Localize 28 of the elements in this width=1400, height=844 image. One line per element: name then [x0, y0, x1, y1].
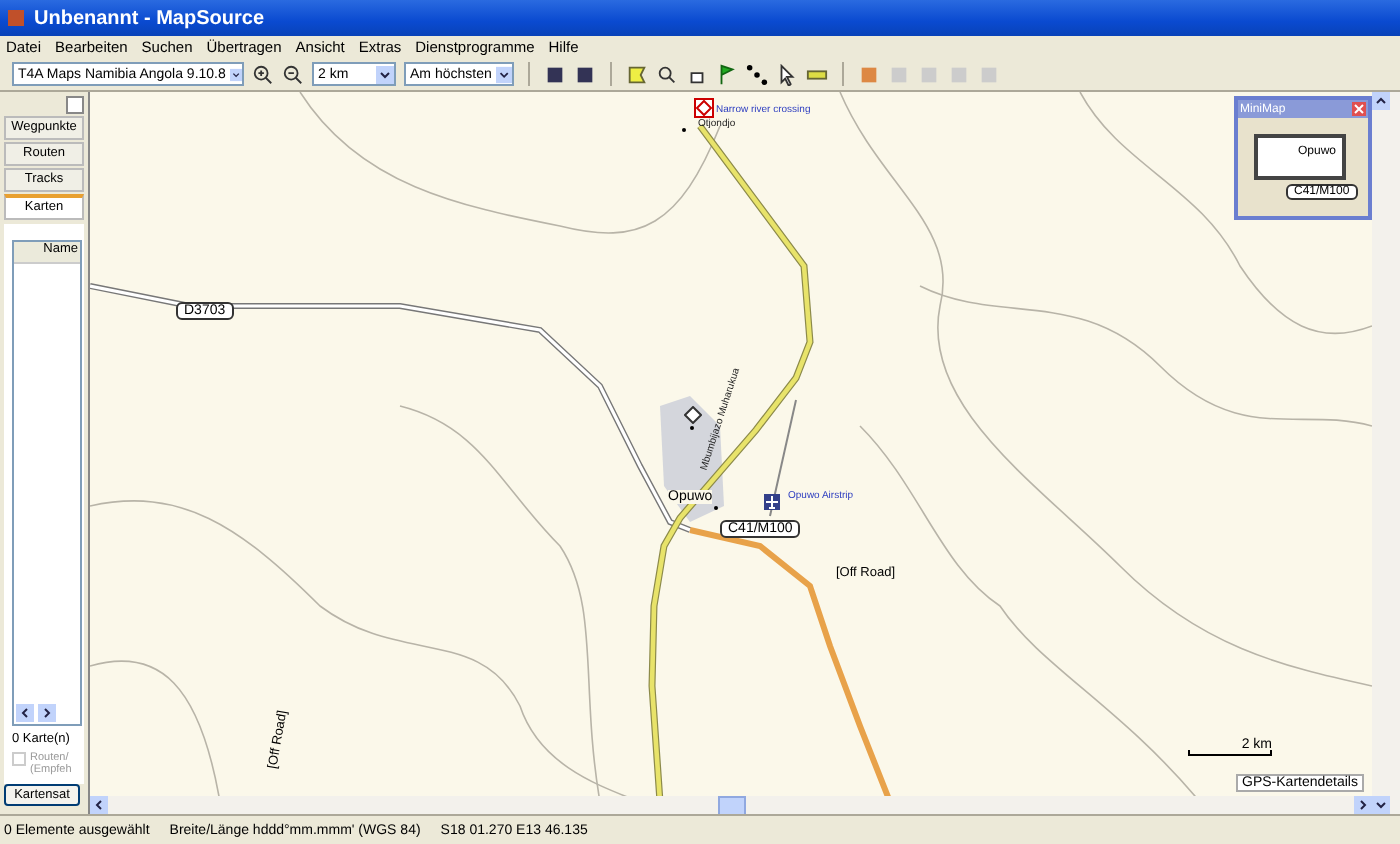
scrollbar-thumb[interactable]: [717, 795, 745, 815]
route-icon[interactable]: [746, 63, 768, 85]
scale-bar: [1188, 750, 1272, 756]
zoom-in-icon[interactable]: [252, 63, 274, 85]
scroll-right-button[interactable]: [38, 704, 56, 722]
scroll-left-button[interactable]: [16, 704, 34, 722]
crossing-icon: [694, 98, 714, 118]
airplane-icon: [764, 494, 780, 510]
close-icon[interactable]: [1352, 102, 1366, 116]
scroll-right-button[interactable]: [1354, 796, 1372, 814]
minimap-view-frame: [1254, 134, 1346, 180]
diamond-icon: [684, 406, 702, 424]
zoom-out-icon[interactable]: [282, 63, 304, 85]
scroll-down-button[interactable]: [1372, 796, 1390, 814]
pointer-icon[interactable]: [776, 63, 798, 85]
dropdown-arrow-icon[interactable]: [229, 65, 242, 83]
map-tool-icon[interactable]: [626, 63, 648, 85]
flag-icon[interactable]: [716, 63, 738, 85]
zoom-tool-icon[interactable]: [656, 63, 678, 85]
horizontal-scrollbar[interactable]: [90, 796, 1372, 814]
app-icon: [6, 8, 26, 28]
window-title: Unbenannt - MapSource: [34, 7, 265, 29]
dropdown-arrow-icon[interactable]: [495, 65, 512, 83]
panel-pin-button[interactable]: [66, 96, 84, 114]
dropdown-arrow-icon[interactable]: [376, 65, 394, 83]
vertical-scrollbar[interactable]: [1372, 92, 1400, 814]
scroll-left-button[interactable]: [90, 796, 108, 814]
scroll-up-button[interactable]: [1372, 92, 1390, 110]
